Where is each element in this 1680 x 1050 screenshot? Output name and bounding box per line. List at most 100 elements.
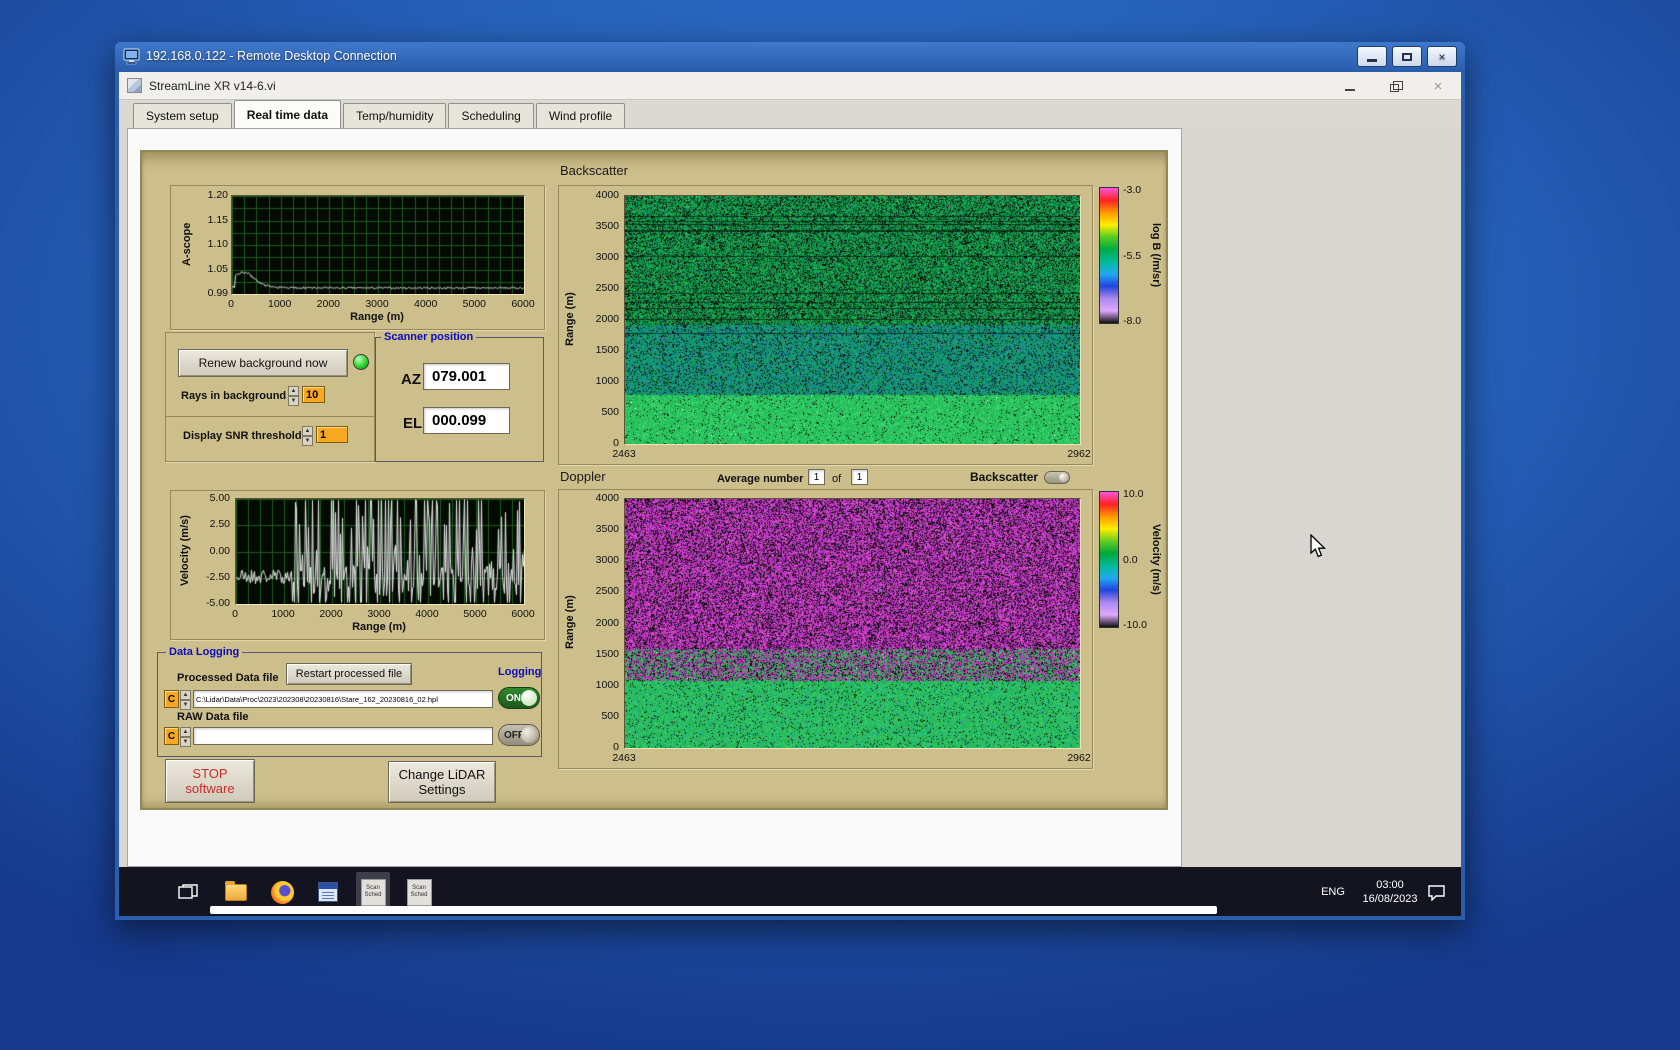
scan-icon-text: Sched — [410, 892, 427, 899]
task-view-icon — [178, 884, 198, 901]
minimize-icon — [1367, 59, 1377, 62]
group-divider — [166, 416, 374, 417]
raw-logging-toggle[interactable]: OFF — [498, 724, 540, 746]
doppler-colorbar — [1099, 491, 1119, 628]
clock-date: 16/08/2023 — [1362, 892, 1417, 906]
doppler-plot — [624, 498, 1081, 749]
backscatter-plot — [624, 195, 1081, 445]
velocity-canvas — [236, 499, 524, 604]
close-icon: × — [1434, 78, 1443, 95]
snr-value-field[interactable]: 1 — [316, 426, 348, 443]
change-settings-line1: Change LiDAR — [399, 767, 486, 782]
snr-stepper[interactable]: ▲▼ — [302, 426, 313, 446]
velocity-x-ticks: 0100020003000400050006000 — [235, 608, 523, 620]
processed-drive-box[interactable]: C — [164, 690, 179, 708]
backscatter-colorbar — [1099, 187, 1119, 324]
velocity-x-axis-label: Range (m) — [235, 621, 523, 633]
firefox-icon — [271, 881, 294, 904]
app-restore-button[interactable] — [1387, 79, 1401, 93]
clock-time: 03:00 — [1376, 878, 1404, 892]
doppler-y-axis-label: Range (m) — [564, 498, 576, 747]
backscatter-toggle-label: Backscatter — [970, 470, 1038, 484]
toggle-knob — [521, 727, 537, 743]
logging-label: Logging — [495, 666, 544, 678]
doppler-colorbar-ticks: 10.00.0-10.0 — [1123, 494, 1153, 625]
app-close-button[interactable]: × — [1431, 79, 1445, 93]
raw-path-stepper[interactable]: ▲▼ — [180, 727, 191, 747]
tab-temp-humidity[interactable]: Temp/humidity — [343, 103, 446, 128]
doppler-canvas — [625, 499, 1080, 748]
app-title-text: StreamLine XR v14-6.vi — [149, 79, 276, 93]
tab-real-time-data[interactable]: Real time data — [234, 100, 341, 128]
tab-wind-profile[interactable]: Wind profile — [536, 103, 625, 128]
el-value-field[interactable]: 000.099 — [423, 407, 510, 434]
remote-desktop: StreamLine XR v14-6.vi × System setup Re… — [119, 72, 1461, 916]
doppler-y-ticks: 40003500300025002000150010005000 — [583, 498, 619, 747]
data-logging-label: Data Logging — [166, 646, 242, 658]
action-center-button[interactable] — [1419, 872, 1453, 912]
rays-value-field[interactable]: 10 — [302, 386, 325, 403]
raw-path-field[interactable] — [193, 727, 493, 745]
restart-processed-file-label: Restart processed file — [296, 668, 402, 680]
rdp-window: 192.168.0.122 - Remote Desktop Connectio… — [115, 42, 1465, 920]
on-label: ON — [506, 693, 521, 704]
az-value-field[interactable]: 079.001 — [423, 363, 510, 390]
change-settings-line2: Settings — [419, 782, 466, 797]
ascope-group: A-scope 1.201.151.101.050.99 01000200030… — [170, 185, 545, 330]
processed-path-stepper[interactable]: ▲▼ — [180, 690, 191, 710]
processed-data-file-label: Processed Data file — [177, 672, 279, 684]
background-controls-group: Renew background now Rays in background … — [165, 332, 375, 462]
stop-label-line1: STOP — [192, 766, 227, 781]
toggle-knob — [1059, 473, 1068, 482]
tab-scheduling[interactable]: Scheduling — [448, 103, 533, 128]
stop-software-button[interactable]: STOP software — [165, 759, 255, 803]
tab-page: A-scope 1.201.151.101.050.99 01000200030… — [127, 128, 1182, 867]
ascope-x-ticks: 0100020003000400050006000 — [231, 298, 523, 310]
maximize-icon — [1402, 53, 1412, 61]
stop-label-line2: software — [185, 781, 234, 796]
ascope-y-ticks: 1.201.151.101.050.99 — [201, 195, 228, 293]
raw-drive-box[interactable]: C — [164, 727, 179, 745]
rays-stepper[interactable]: ▲▼ — [288, 386, 299, 406]
tab-strip: System setup Real time data Temp/humidit… — [119, 100, 1461, 128]
tab-system-setup[interactable]: System setup — [133, 103, 232, 128]
clock[interactable]: 03:00 16/08/2023 — [1355, 876, 1425, 908]
el-label: EL — [403, 415, 422, 432]
scan-icon-text: Sched — [364, 892, 381, 899]
task-view-button[interactable] — [171, 872, 205, 912]
rdp-computer-icon — [123, 48, 141, 65]
processed-logging-toggle[interactable]: ON — [498, 687, 540, 709]
snr-threshold-label: Display SNR threshold — [183, 430, 302, 442]
velocity-plot — [235, 498, 525, 605]
average-number-label: Average number — [717, 473, 803, 485]
doppler-colorbar-label: Velocity (m/s) — [1150, 491, 1162, 628]
scan-sched-icon: Scan Sched — [407, 879, 432, 906]
app-titlebar[interactable]: StreamLine XR v14-6.vi × — [119, 72, 1461, 100]
change-lidar-settings-button[interactable]: Change LiDAR Settings — [388, 761, 496, 803]
average-number-field[interactable]: 1 — [808, 469, 825, 485]
backscatter-section-title: Backscatter — [560, 163, 628, 178]
rdp-close-button[interactable]: × — [1427, 46, 1457, 67]
restart-processed-file-button[interactable]: Restart processed file — [286, 663, 412, 685]
rdp-titlebar[interactable]: 192.168.0.122 - Remote Desktop Connectio… — [115, 42, 1465, 72]
doppler-group: Range (m) 400035003000250020001500100050… — [558, 489, 1093, 769]
doppler-section-title: Doppler — [560, 469, 606, 484]
front-panel: A-scope 1.201.151.101.050.99 01000200030… — [140, 150, 1168, 810]
renew-background-button[interactable]: Renew background now — [178, 349, 348, 377]
app-minimize-button[interactable] — [1343, 79, 1357, 93]
ascope-plot — [231, 195, 525, 295]
backscatter-y-axis-label: Range (m) — [564, 195, 576, 443]
velocity-y-ticks: 5.002.500.00-2.50-5.00 — [199, 498, 230, 603]
rdp-minimize-button[interactable] — [1357, 46, 1387, 67]
average-total-field[interactable]: 1 — [851, 469, 868, 485]
backscatter-toggle[interactable] — [1044, 471, 1070, 484]
rdp-maximize-button[interactable] — [1392, 46, 1422, 67]
scanner-position-group: Scanner position AZ 079.001 EL 000.099 — [375, 337, 544, 462]
close-icon: × — [1438, 51, 1445, 63]
data-logging-group: Data Logging Processed Data file Restart… — [157, 652, 542, 757]
ascope-canvas — [232, 196, 524, 294]
processed-path-field[interactable]: C:\Lidar\Data\Proc\2023\202308\20230816\… — [193, 690, 493, 708]
app-icon — [127, 78, 142, 93]
language-indicator[interactable]: ENG — [1311, 867, 1355, 916]
backscatter-x-ticks: 24632962 — [624, 448, 1079, 460]
